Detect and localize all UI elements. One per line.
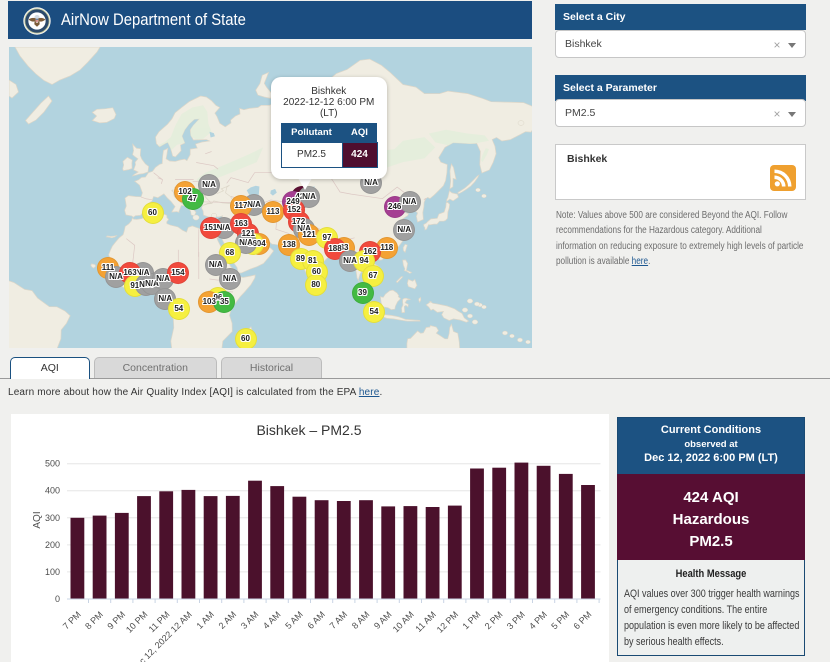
svg-text:100: 100 <box>44 567 59 577</box>
svg-text:AQI: AQI <box>32 511 43 528</box>
svg-text:0: 0 <box>54 594 59 604</box>
svg-text:500: 500 <box>44 459 59 469</box>
svg-text:400: 400 <box>44 486 59 496</box>
svg-text:200: 200 <box>44 540 59 550</box>
svg-text:300: 300 <box>44 513 59 523</box>
svg-text:Bishkek – PM2.5: Bishkek – PM2.5 <box>256 422 361 438</box>
